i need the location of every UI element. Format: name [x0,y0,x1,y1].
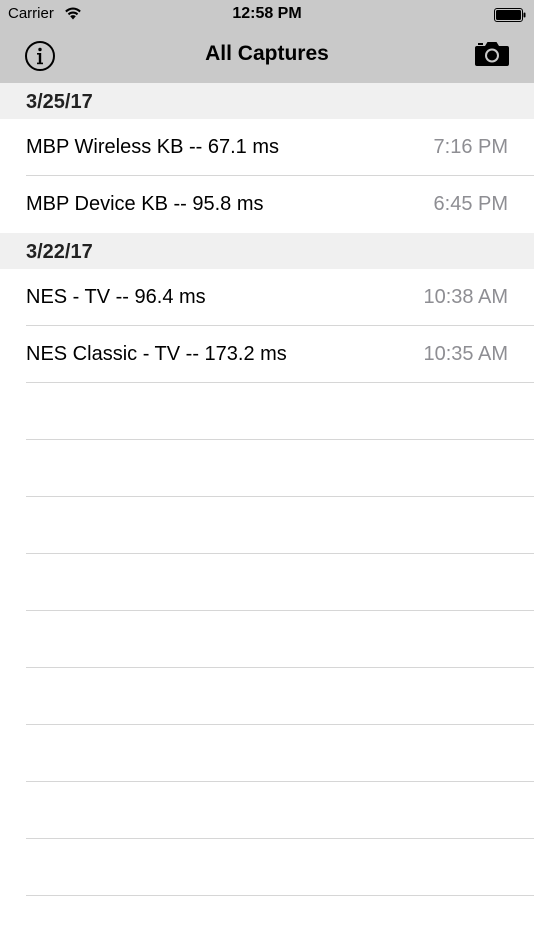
capture-row[interactable]: NES - TV -- 96.4 ms 10:38 AM [0,269,534,326]
navigation-bar: All Captures [0,30,534,83]
empty-row [0,668,534,725]
status-time: 12:58 PM [232,5,302,22]
capture-time: 10:35 AM [423,343,508,365]
top-bar: Carrier 12:58 PM All Captures [0,0,534,83]
capture-title: MBP Device KB -- 95.8 ms [26,193,264,215]
empty-row [0,896,534,950]
capture-row[interactable]: NES Classic - TV -- 173.2 ms 10:35 AM [0,326,534,383]
captures-list: 3/25/17 MBP Wireless KB -- 67.1 ms 7:16 … [0,83,534,950]
empty-row [0,725,534,782]
status-bar: Carrier 12:58 PM [0,0,534,30]
empty-row [0,440,534,497]
camera-icon [475,42,509,66]
battery-icon [494,8,526,22]
capture-time: 10:38 AM [423,286,508,308]
capture-title: NES Classic - TV -- 173.2 ms [26,343,287,365]
section-header-date: 3/25/17 [0,83,534,119]
capture-title: NES - TV -- 96.4 ms [26,286,206,308]
camera-button[interactable] [474,40,510,68]
capture-row[interactable]: MBP Wireless KB -- 67.1 ms 7:16 PM [0,119,534,176]
empty-row [0,383,534,440]
page-title: All Captures [205,42,329,65]
capture-time: 6:45 PM [433,193,508,215]
capture-time: 7:16 PM [433,136,508,158]
empty-row [0,554,534,611]
empty-row [0,497,534,554]
section-header-date: 3/22/17 [0,233,534,269]
capture-row[interactable]: MBP Device KB -- 95.8 ms 6:45 PM [0,176,534,233]
empty-row [0,839,534,896]
empty-row [0,782,534,839]
empty-row [0,611,534,668]
capture-title: MBP Wireless KB -- 67.1 ms [26,136,280,158]
